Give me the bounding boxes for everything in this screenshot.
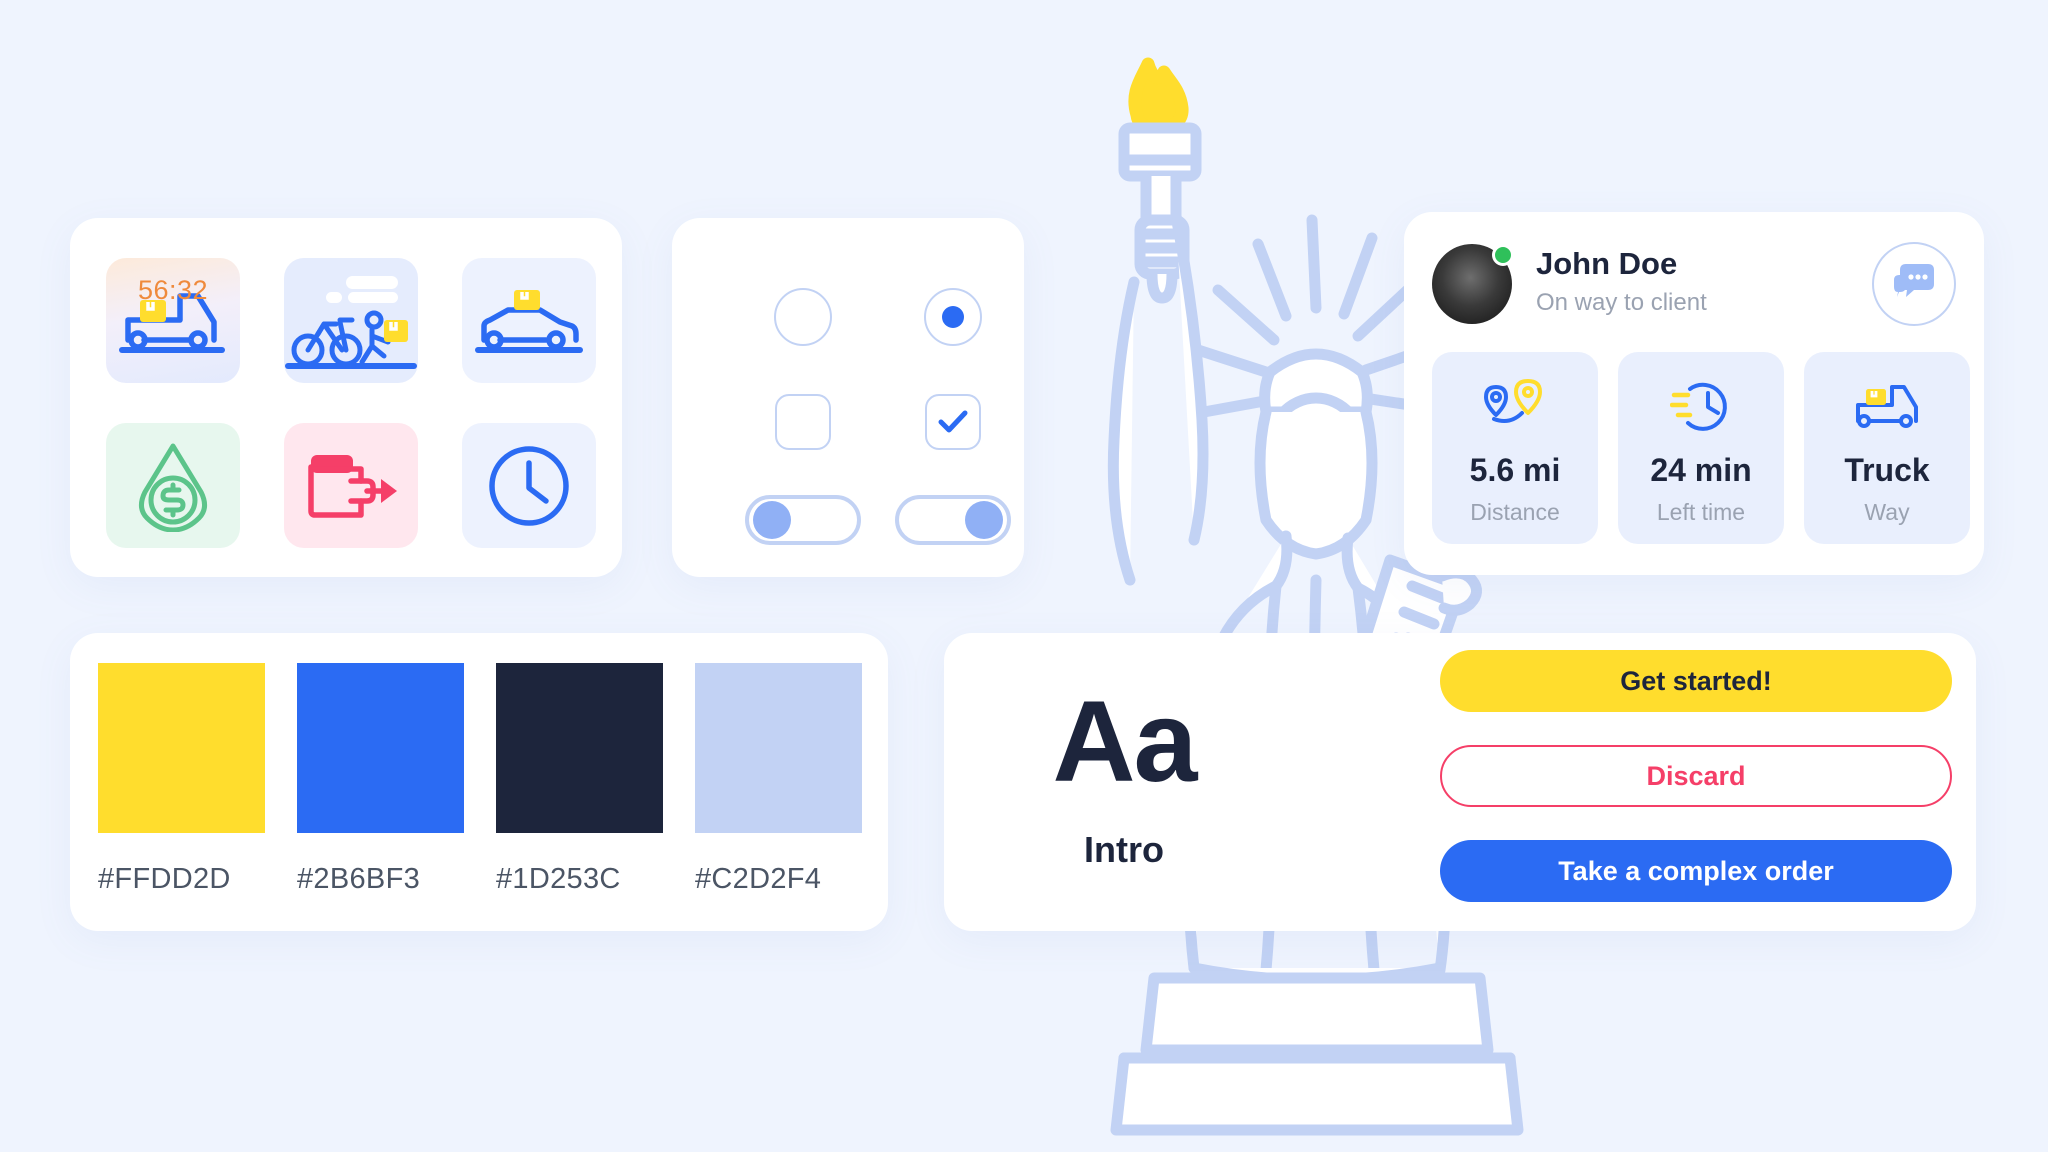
wallet-payout-icon	[308, 454, 397, 518]
statue-of-liberty-illustration	[1107, 57, 1524, 1136]
design-system-board: 56:32 #FFDD2D #2B6BF3 #1D253C #C2D2F4 Aa…	[0, 0, 2048, 1152]
swatch-hex-label: #2B6BF3	[297, 863, 421, 895]
tile-clock[interactable]	[462, 423, 596, 548]
type-sample: Aa	[1052, 678, 1197, 806]
toggle-knob	[753, 501, 791, 539]
swatch-chip	[98, 663, 265, 833]
check-icon	[938, 410, 968, 432]
timer-value: 56:32	[137, 275, 209, 305]
driver-stats: 5.6 mi Distance 24 min Left time Truck W…	[1432, 352, 1970, 544]
icon-tile-grid: 56:32	[106, 258, 596, 548]
toggle-switch-on[interactable]	[895, 495, 1011, 545]
type-font-name: Intro	[1084, 829, 1164, 870]
discard-button[interactable]: Discard	[1440, 745, 1952, 807]
stat-label: Distance	[1470, 499, 1560, 525]
truck-icon	[1852, 374, 1922, 440]
color-palette-card: #FFDD2D #2B6BF3 #1D253C #C2D2F4	[70, 633, 888, 931]
stat-value: 24 min	[1650, 452, 1752, 488]
swatch-item[interactable]: #2B6BF3	[297, 663, 464, 896]
stat-value: 5.6 mi	[1469, 452, 1561, 488]
clock-speed-icon	[1670, 374, 1732, 440]
stat-value: Truck	[1844, 452, 1930, 488]
swatch-chip	[695, 663, 862, 833]
checkbox-checked[interactable]	[925, 393, 981, 450]
online-status-dot	[1492, 244, 1514, 266]
controls-grid	[728, 264, 1028, 566]
swatch-grid: #FFDD2D #2B6BF3 #1D253C #C2D2F4	[98, 663, 862, 896]
driver-status-text: On way to client	[1536, 289, 1707, 316]
taxi-car-icon	[475, 289, 583, 353]
radio-selected[interactable]	[924, 287, 982, 346]
swatch-chip	[496, 663, 663, 833]
route-pin-icon	[1484, 374, 1546, 440]
driver-name: John Doe	[1536, 246, 1678, 281]
stat-way: Truck Way	[1804, 352, 1970, 544]
checkbox-unchecked[interactable]	[775, 393, 831, 450]
swatch-item[interactable]: #FFDD2D	[98, 663, 265, 896]
tile-wallet-payout[interactable]	[284, 423, 418, 548]
swatch-item[interactable]: #1D253C	[496, 663, 663, 896]
tile-money-drop[interactable]	[106, 423, 240, 548]
swatch-hex-label: #C2D2F4	[695, 863, 822, 895]
chat-bubbles-icon	[1894, 264, 1934, 297]
bike-courier-icon	[285, 276, 417, 369]
swatch-chip	[297, 663, 464, 833]
radio-unselected[interactable]	[774, 287, 832, 346]
icon-tiles-card: 56:32	[70, 218, 622, 577]
stat-left-time: 24 min Left time	[1618, 352, 1784, 544]
stat-distance: 5.6 mi Distance	[1432, 352, 1598, 544]
chat-button[interactable]	[1872, 242, 1956, 326]
swatch-item[interactable]: #C2D2F4	[695, 663, 862, 896]
radio-dot	[942, 305, 964, 328]
toggle-switch-off[interactable]	[745, 495, 861, 545]
take-complex-order-button[interactable]: Take a complex order	[1440, 840, 1952, 902]
swatch-hex-label: #1D253C	[496, 863, 621, 895]
driver-header: John Doe On way to client	[1432, 242, 1956, 332]
swatch-hex-label: #FFDD2D	[98, 863, 231, 895]
toggle-knob	[965, 501, 1003, 539]
tile-truck-delivery[interactable]: 56:32	[106, 258, 240, 383]
money-drop-icon	[139, 443, 207, 532]
tile-taxi-car[interactable]	[462, 258, 596, 383]
form-controls-card	[672, 218, 1024, 577]
clock-icon	[489, 445, 569, 526]
get-started-button[interactable]: Get started!	[1440, 650, 1952, 712]
driver-status-card: John Doe On way to client 5.6 mi Distanc…	[1404, 212, 1984, 575]
stat-label: Left time	[1656, 499, 1746, 525]
stat-label: Way	[1864, 499, 1910, 525]
tile-bike-courier[interactable]	[284, 258, 418, 383]
